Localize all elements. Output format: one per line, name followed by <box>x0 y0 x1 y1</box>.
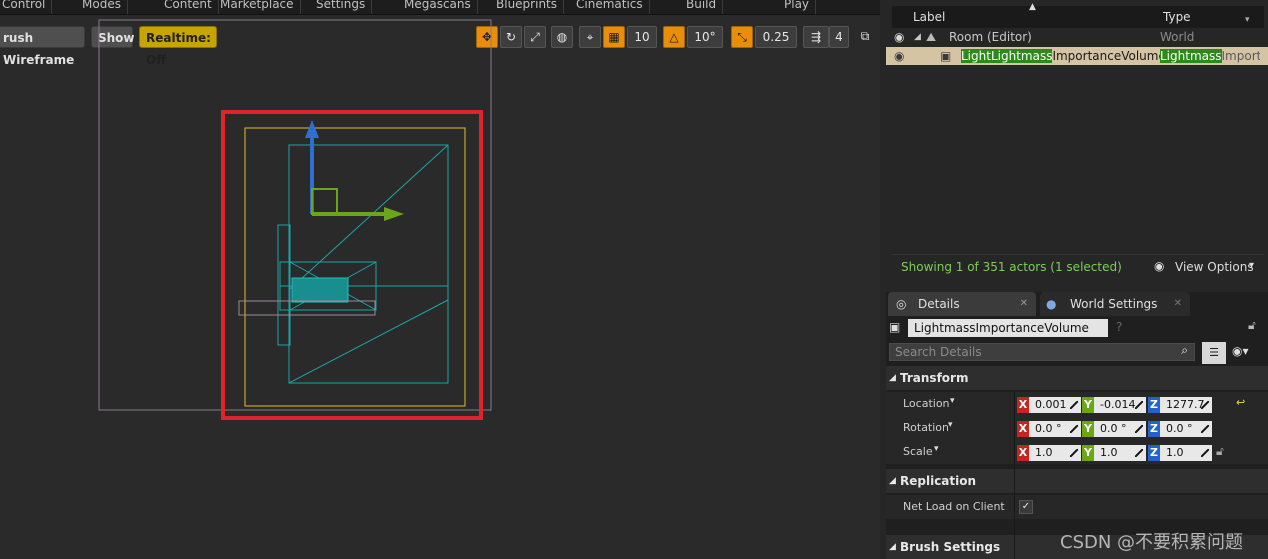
property-matrix-icon[interactable]: ☰ <box>1202 342 1226 364</box>
x-axis-badge: X <box>1017 445 1029 461</box>
outliner-column-type[interactable]: Type <box>1163 6 1191 28</box>
z-axis-badge: Z <box>1148 397 1160 413</box>
world-icon: ⛰ <box>926 30 937 44</box>
lock-icon[interactable]: 🔓︎ <box>1248 318 1256 333</box>
close-tab-icon[interactable]: ✕ <box>1174 292 1182 316</box>
outliner-row-selected-volume[interactable]: ◉ ▣ LightLightmassImportanceVolume Light… <box>886 47 1268 65</box>
scale-y-field[interactable]: 1.0 <box>1094 445 1146 461</box>
visibility-eye-icon[interactable]: ◉ <box>894 47 904 65</box>
close-tab-icon[interactable]: ✕ <box>1020 292 1028 316</box>
location-row: Location ▾ X 0.001 Y -0.014 Z 1277.7 ↩ <box>886 392 1268 416</box>
collapse-arrow-icon[interactable]: ◢ <box>889 366 896 390</box>
chevron-down-icon[interactable]: ▾ <box>950 396 955 406</box>
outliner-row-type: World <box>1160 30 1195 44</box>
scale-row: Scale ▾ X 1.0 Y 1.0 Z 1.0 🔓︎ <box>886 440 1268 464</box>
view-options-eye-icon[interactable]: ◉▾ <box>1232 344 1249 358</box>
collapse-arrow-icon[interactable]: ◢ <box>889 469 896 493</box>
divider <box>892 254 1264 255</box>
chevron-down-icon[interactable]: ▾ <box>948 420 953 430</box>
help-icon[interactable]: ? <box>1116 320 1122 334</box>
outliner-row-label: Room (Editor) <box>949 30 1032 44</box>
actor-name-field[interactable]: LightmassImportanceVolume <box>908 319 1108 337</box>
rotation-x-field[interactable]: 0.0 ° <box>1029 421 1081 437</box>
rotation-label[interactable]: Rotation <box>903 416 949 440</box>
selected-mesh-cluster <box>291 277 349 303</box>
type-column-dropdown-icon[interactable]: ▾ <box>1245 15 1250 25</box>
rotation-row: Rotation ▾ X 0.0 ° Y 0.0 ° Z 0.0 ° <box>886 416 1268 440</box>
z-axis-badge: Z <box>1148 421 1160 437</box>
outliner-row-type: LightmassImporta <box>1160 49 1260 63</box>
collapse-arrow-icon[interactable]: ◢ <box>889 535 896 559</box>
z-axis-badge: Z <box>1148 445 1160 461</box>
outliner-column-label[interactable]: Label <box>913 6 945 28</box>
location-x-field[interactable]: 0.001 <box>1029 397 1081 413</box>
sort-ascending-icon: ▲ <box>1029 2 1036 12</box>
section-replication[interactable]: ◢ Replication <box>886 469 1268 493</box>
visibility-eye-icon[interactable]: ◉ <box>894 28 904 46</box>
location-label[interactable]: Location <box>903 392 950 416</box>
reset-to-default-icon[interactable]: ↩ <box>1236 396 1245 409</box>
search-icon[interactable]: ⌕ <box>1181 343 1188 358</box>
search-details-input[interactable]: Search Details ⌕ <box>889 343 1195 361</box>
view-options-button[interactable]: View Options <box>1175 260 1254 274</box>
tab-details[interactable]: ◎ Details ✕ <box>888 292 1036 316</box>
expand-arrow-icon[interactable]: ◢ <box>914 28 921 46</box>
chevron-down-icon[interactable]: ▾ <box>934 444 939 454</box>
annotation-highlight-box <box>221 110 483 420</box>
section-transform[interactable]: ◢ Transform <box>886 366 1268 390</box>
view-options-dropdown-icon[interactable]: ▾ <box>1249 260 1254 271</box>
room-bounds-outline <box>98 19 492 411</box>
scene-wireframe <box>98 19 492 420</box>
y-axis-badge: Y <box>1082 397 1094 413</box>
outliner-row-world[interactable]: ◉ ◢ ⛰ Room (Editor) World <box>886 28 1268 46</box>
rotation-y-field[interactable]: 0.0 ° <box>1094 421 1146 437</box>
net-load-row: Net Load on Client ✓ <box>886 495 1268 519</box>
location-z-field[interactable]: 1277.7 <box>1160 397 1212 413</box>
column-divider <box>1014 390 1015 559</box>
net-load-checkbox[interactable]: ✓ <box>1019 500 1033 514</box>
scale-z-field[interactable]: 1.0 <box>1160 445 1212 461</box>
tab-world-settings[interactable]: ● World Settings ✕ <box>1040 292 1190 316</box>
y-axis-badge: Y <box>1082 421 1094 437</box>
x-axis-badge: X <box>1017 397 1029 413</box>
world-outliner-panel: Label ▲ Type ▾ ◉ ◢ ⛰ Room (Editor) World… <box>886 0 1268 286</box>
volume-actor-icon: ▣ <box>940 49 952 63</box>
details-panel: ◎ Details ✕ ● World Settings ✕ ▣ Lightma… <box>886 292 1268 559</box>
rotation-z-field[interactable]: 0.0 ° <box>1160 421 1212 437</box>
brush-outline <box>238 300 376 316</box>
scale-x-field[interactable]: 1.0 <box>1029 445 1081 461</box>
scale-label[interactable]: Scale <box>903 440 933 464</box>
watermark-text: CSDN @不要积累问题 <box>1060 532 1244 553</box>
net-load-label: Net Load on Client <box>903 500 1005 513</box>
location-y-field[interactable]: -0.014 <box>1094 397 1146 413</box>
outliner-status-text: Showing 1 of 351 actors (1 selected) <box>901 260 1122 274</box>
details-icon: ◎ <box>896 297 907 311</box>
y-axis-badge: Y <box>1082 445 1094 461</box>
level-viewport[interactable]: Control Modes Content Marketplace Settin… <box>0 0 880 559</box>
outliner-row-label: LightLightmassImportanceVolume <box>961 49 1166 63</box>
globe-icon: ● <box>1046 297 1057 311</box>
outliner-header <box>892 6 1264 28</box>
x-axis-badge: X <box>1017 421 1029 437</box>
scale-lock-icon[interactable]: 🔓︎ <box>1216 444 1224 459</box>
eye-icon: ◉ <box>1154 259 1165 273</box>
actor-icon: ▣ <box>889 320 901 334</box>
